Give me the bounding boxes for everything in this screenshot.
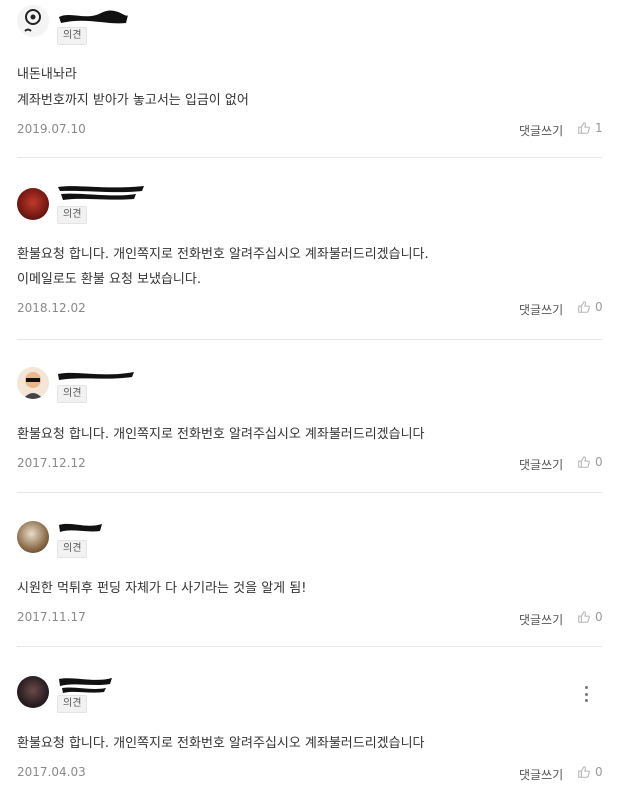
like-button[interactable]: 0 (577, 765, 603, 779)
thumbs-up-icon (578, 766, 590, 778)
reply-button[interactable]: 댓글쓰기 (519, 766, 563, 783)
comment-date: 2017.04.03 (17, 765, 86, 779)
comment-item: 의견 환불요청 합니다. 개인쪽지로 전화번호 알려주십시오 계좌불러드리겠습니… (0, 0, 625, 790)
comment-text-line: 환불요청 합니다. 개인쪽지로 전화번호 알려주십시오 계좌불러드리겠습니다 (17, 736, 425, 751)
like-count: 0 (595, 765, 603, 779)
redacted-username (59, 678, 112, 693)
opinion-badge: 의견 (57, 695, 88, 713)
avatar[interactable] (17, 676, 49, 708)
more-options-icon[interactable] (580, 686, 592, 702)
